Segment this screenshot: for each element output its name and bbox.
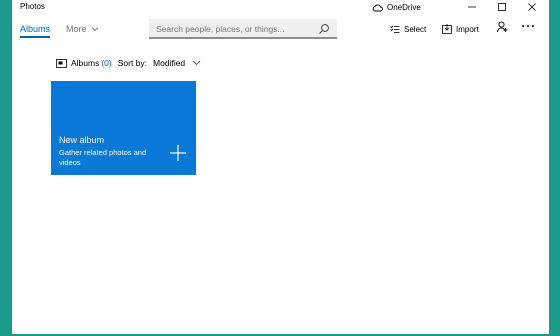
people-button[interactable] (497, 21, 508, 33)
close-button[interactable] (517, 0, 547, 14)
select-label: Select (404, 24, 427, 34)
chevron-down-icon (91, 27, 98, 32)
search-box[interactable]: Search people, places, or things... (149, 19, 337, 39)
select-icon (390, 25, 400, 33)
albums-label: Albums (71, 58, 100, 68)
search-button[interactable] (318, 22, 330, 40)
maximize-icon (498, 3, 506, 11)
minimize-icon (468, 6, 476, 8)
active-tab-indicator (20, 36, 50, 38)
photos-window: Photos OneDrive Albums More Search peopl… (12, 0, 549, 334)
search-icon (319, 24, 329, 34)
close-icon (528, 3, 536, 11)
title-bar: Photos OneDrive (12, 0, 549, 16)
onedrive-button[interactable]: OneDrive (372, 1, 421, 13)
chevron-down-icon[interactable] (192, 60, 201, 66)
plus-icon (170, 145, 186, 161)
new-album-tile[interactable]: New album Gather related photos and vide… (51, 81, 196, 175)
album-icon (56, 58, 67, 68)
minimize-button[interactable] (457, 0, 487, 14)
albums-count: (0) (101, 58, 112, 68)
import-button[interactable]: Import (442, 23, 479, 35)
import-icon (442, 24, 452, 34)
nav-bar: Albums More Search people, places, or th… (12, 16, 549, 44)
onedrive-label: OneDrive (387, 2, 421, 12)
new-album-description: Gather related photos and videos (59, 148, 147, 167)
tab-more[interactable]: More (66, 24, 99, 34)
person-icon (497, 21, 508, 33)
sort-bar: Albums (0) Sort by: Modified (56, 57, 201, 69)
app-title: Photos (20, 2, 45, 11)
sort-by-label: Sort by: (117, 58, 148, 68)
maximize-button[interactable] (487, 0, 517, 14)
import-label: Import (456, 24, 479, 34)
tab-more-label: More (66, 24, 87, 34)
select-button[interactable]: Select (390, 23, 426, 35)
search-input[interactable]: Search people, places, or things... (156, 24, 285, 34)
tab-albums[interactable]: Albums (20, 24, 50, 34)
new-album-title: New album (59, 135, 105, 145)
more-icon (522, 25, 534, 27)
more-options-button[interactable] (521, 20, 535, 32)
cloud-icon (372, 4, 383, 11)
sort-dropdown[interactable]: Modified (153, 58, 185, 68)
